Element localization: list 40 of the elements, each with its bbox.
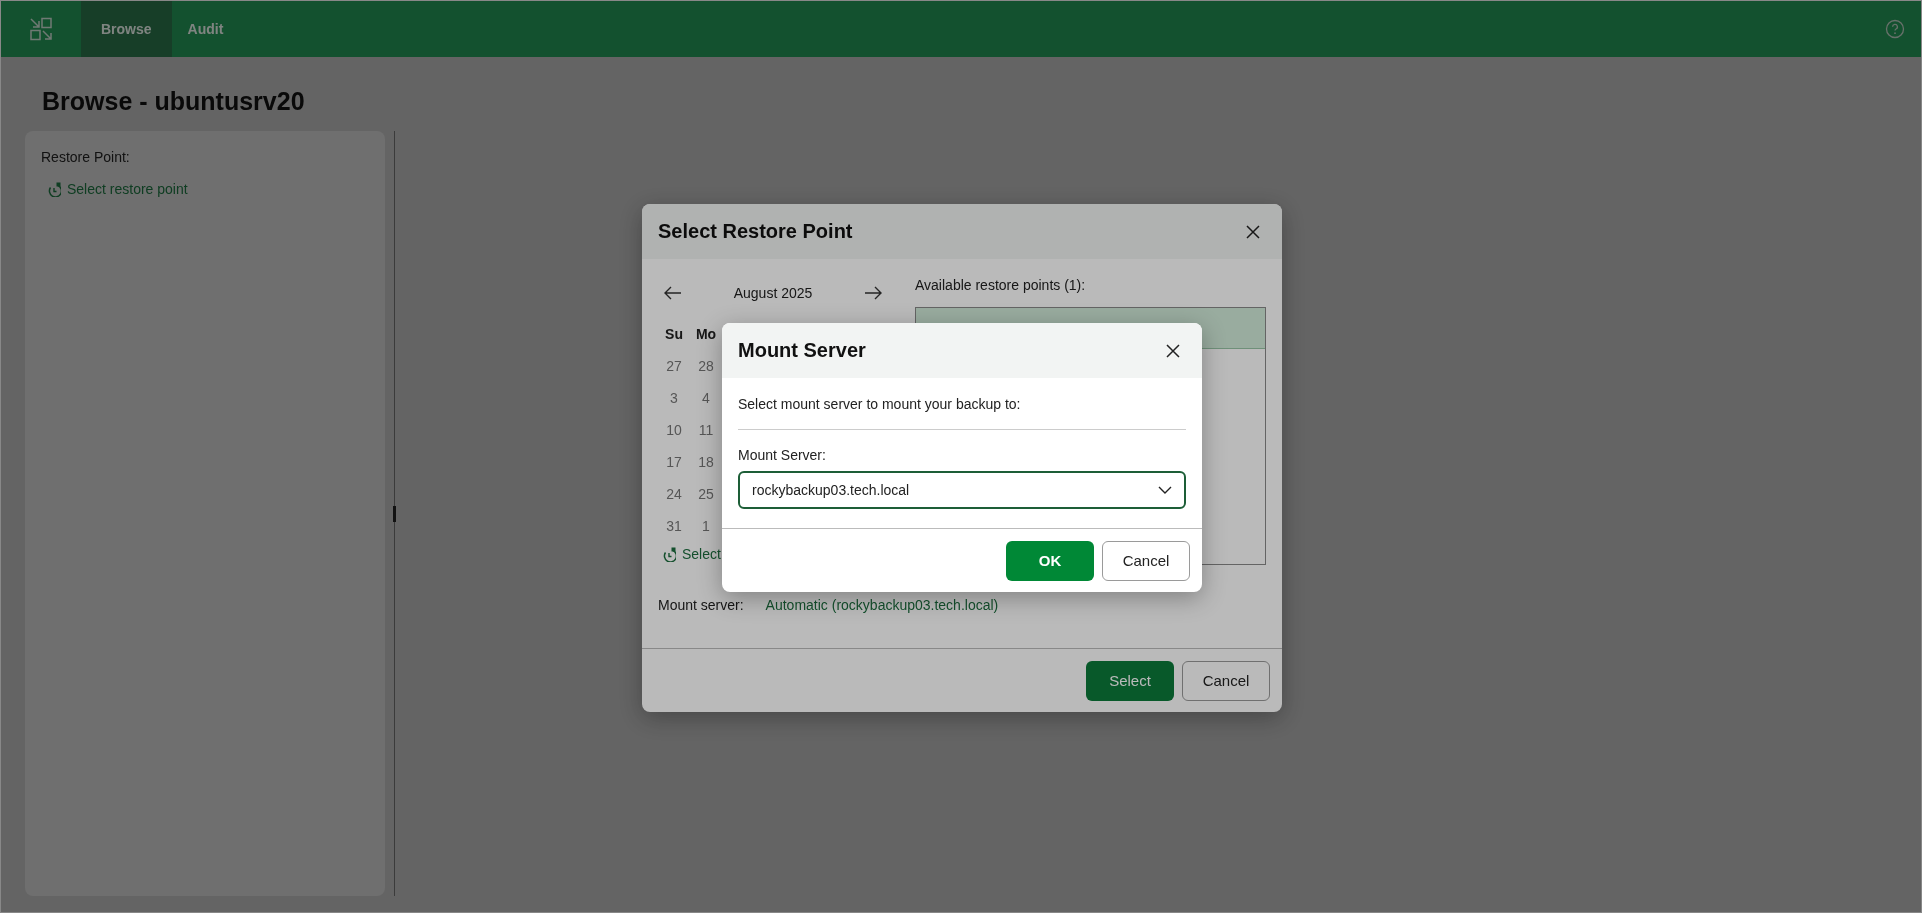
calendar-day[interactable]: 11	[690, 414, 722, 446]
primary-button[interactable]: Select	[1086, 660, 1174, 701]
primary-button[interactable]: OK	[1006, 540, 1094, 581]
chevron-down-icon	[1158, 486, 1172, 494]
calendar-day[interactable]: 10	[658, 414, 690, 446]
calendar-day[interactable]: 1	[690, 510, 722, 542]
calendar-day[interactable]: 25	[690, 478, 722, 510]
clock-icon	[46, 181, 61, 197]
calendar-day[interactable]: 24	[658, 478, 690, 510]
mount-server-dropdown[interactable]: rockybackup03.tech.local	[738, 471, 1186, 509]
calendar-day[interactable]: 31	[658, 510, 690, 542]
close-icon[interactable]	[1166, 343, 1180, 358]
calendar-day[interactable]: 27	[658, 350, 690, 382]
calendar-day[interactable]: 18	[690, 446, 722, 478]
list-label: Available restore points (1):	[915, 277, 1087, 293]
select-link[interactable]: Select	[661, 546, 882, 562]
nav-tab[interactable]: Browse	[81, 1, 172, 57]
dialog-title: Mount Server	[738, 339, 866, 362]
calendar-day[interactable]: 28	[690, 350, 722, 382]
field-label: Mount Server:	[738, 447, 827, 463]
mount-server-link[interactable]: Automatic (rockybackup03.tech.local)	[765, 597, 999, 613]
field-label: Restore Point:	[41, 149, 131, 165]
month-label: August 2025	[733, 285, 813, 301]
weekday-label: Mo	[694, 325, 718, 344]
arrow-right-icon[interactable]	[864, 286, 882, 300]
splitter-handle[interactable]	[393, 506, 396, 522]
dialog-description: Select mount server to mount your backup to:	[738, 396, 1022, 412]
calendar-day[interactable]: 3	[658, 382, 690, 414]
arrow-left-icon[interactable]	[664, 286, 682, 300]
dialog-title: Select Restore Point	[658, 220, 853, 243]
weekday-label: Su	[664, 325, 684, 344]
select-restore-point-link[interactable]: Select restore point	[46, 181, 188, 197]
field-label: Mount server:	[658, 597, 744, 613]
clock-icon	[661, 546, 676, 562]
calendar-day[interactable]: 17	[658, 446, 690, 478]
close-icon[interactable]	[1246, 224, 1260, 239]
calendar-day[interactable]: 4	[690, 382, 722, 414]
cancel-button[interactable]: Cancel	[1182, 660, 1270, 701]
page-title: Browse - ubuntusrv20	[42, 87, 306, 116]
cancel-button[interactable]: Cancel	[1102, 540, 1190, 581]
